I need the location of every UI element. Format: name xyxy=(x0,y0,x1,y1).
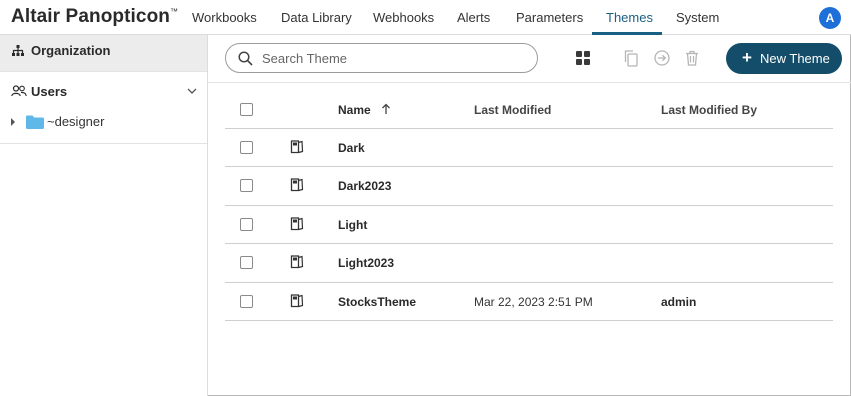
org-hierarchy-icon xyxy=(12,45,24,56)
move-icon[interactable] xyxy=(653,49,671,67)
theme-last-modified: Mar 22, 2023 2:51 PM xyxy=(474,295,593,309)
column-header-last-modified-by[interactable]: Last Modified By xyxy=(661,103,757,117)
theme-name[interactable]: StocksTheme xyxy=(338,295,416,309)
user-avatar[interactable]: A xyxy=(819,7,841,29)
new-theme-label: New Theme xyxy=(760,51,830,66)
table-row[interactable]: StocksTheme Mar 22, 2023 2:51 PM admin xyxy=(225,282,833,320)
sort-ascending-icon[interactable] xyxy=(381,103,391,115)
table-row[interactable]: Light2023 xyxy=(225,243,833,281)
table-row[interactable]: Dark xyxy=(225,128,833,166)
plus-icon: + xyxy=(742,48,752,67)
table-row[interactable]: Light xyxy=(225,205,833,243)
row-checkbox[interactable] xyxy=(240,218,253,231)
nav-system[interactable]: System xyxy=(676,10,719,25)
theme-icon xyxy=(290,178,304,192)
theme-name[interactable]: Light2023 xyxy=(338,256,394,270)
theme-icon xyxy=(290,294,304,308)
row-checkbox[interactable] xyxy=(240,141,253,154)
nav-data-library[interactable]: Data Library xyxy=(281,10,352,25)
grid-view-icon[interactable] xyxy=(574,49,592,67)
copy-icon[interactable] xyxy=(622,49,640,67)
theme-last-modified-by: admin xyxy=(661,295,697,309)
select-all-checkbox[interactable] xyxy=(240,103,253,116)
theme-name[interactable]: Light xyxy=(338,218,367,232)
row-checkbox[interactable] xyxy=(240,179,253,192)
users-section-label[interactable]: Users xyxy=(31,84,67,99)
toolbar-divider xyxy=(208,82,851,83)
sidebar-divider xyxy=(0,143,207,144)
search-input[interactable] xyxy=(262,49,522,67)
folder-icon xyxy=(26,115,44,129)
sidebar-item-organization[interactable]: Organization xyxy=(0,35,207,71)
search-icon xyxy=(238,51,253,66)
tree-item-designer[interactable]: ~designer xyxy=(47,114,104,129)
table-header: Name Last Modified Last Modified By xyxy=(225,95,833,128)
table-bottom-border xyxy=(225,320,833,321)
sidebar-divider xyxy=(0,71,207,72)
nav-alerts[interactable]: Alerts xyxy=(457,10,490,25)
search-box[interactable] xyxy=(225,43,538,73)
theme-icon xyxy=(290,140,304,154)
chevron-down-icon[interactable] xyxy=(186,85,198,97)
table-row[interactable]: Dark2023 xyxy=(225,166,833,204)
nav-webhooks[interactable]: Webhooks xyxy=(373,10,434,25)
users-icon xyxy=(11,85,27,97)
caret-right-icon[interactable] xyxy=(9,117,17,127)
row-checkbox[interactable] xyxy=(240,256,253,269)
sidebar: Organization Users ~designer xyxy=(0,35,208,396)
trash-icon[interactable] xyxy=(683,49,701,67)
nav-parameters[interactable]: Parameters xyxy=(516,10,583,25)
top-bar: Altair Panopticon™ Workbooks Data Librar… xyxy=(0,0,851,35)
row-checkbox[interactable] xyxy=(240,295,253,308)
theme-name[interactable]: Dark xyxy=(338,141,365,155)
app-logo[interactable]: Altair Panopticon™ xyxy=(11,6,178,28)
organization-label: Organization xyxy=(31,43,111,58)
nav-workbooks[interactable]: Workbooks xyxy=(192,10,257,25)
nav-themes[interactable]: Themes xyxy=(606,10,653,25)
theme-name[interactable]: Dark2023 xyxy=(338,179,391,193)
main-content: + New Theme Name Last Modified Last Modi… xyxy=(208,35,851,396)
column-header-name[interactable]: Name xyxy=(338,103,371,117)
theme-icon xyxy=(290,255,304,269)
column-header-last-modified[interactable]: Last Modified xyxy=(474,103,551,117)
theme-icon xyxy=(290,217,304,231)
new-theme-button[interactable]: + New Theme xyxy=(726,43,842,74)
